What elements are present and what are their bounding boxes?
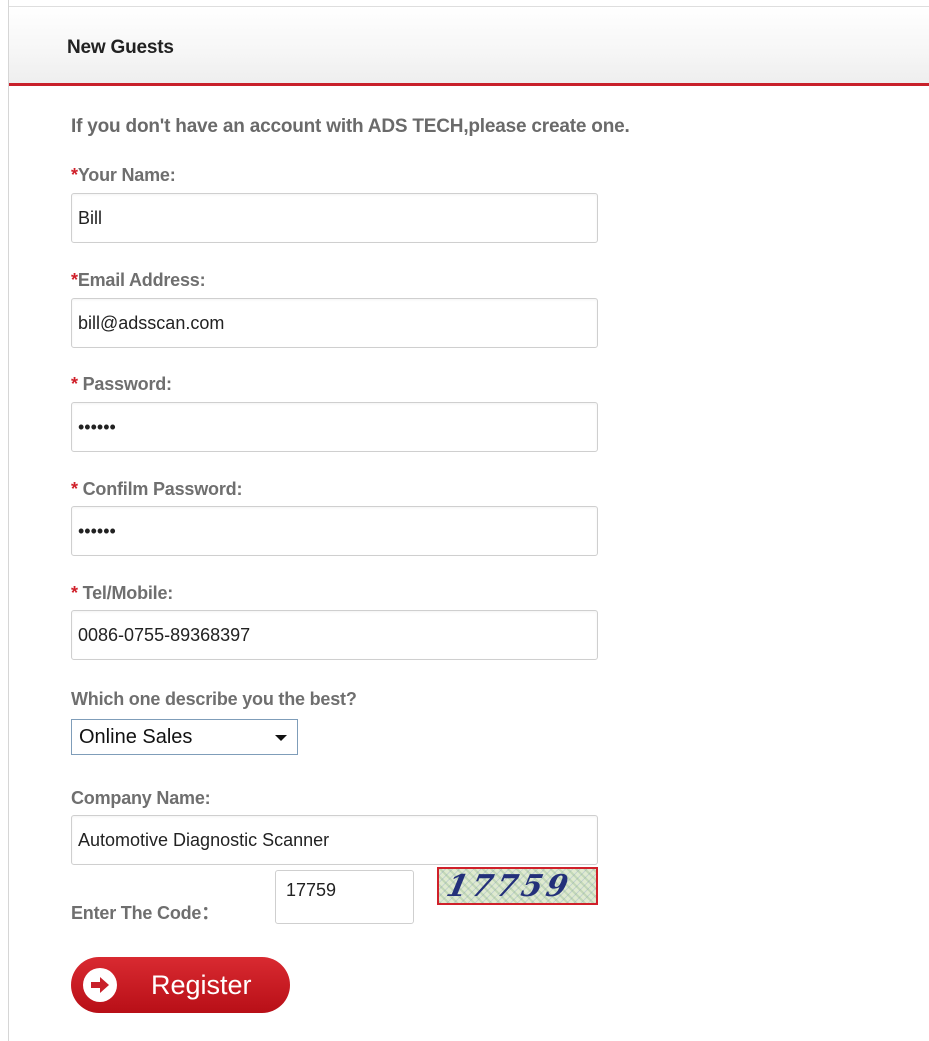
register-button[interactable]: Register bbox=[71, 957, 290, 1013]
password-label: * Password: bbox=[71, 374, 172, 395]
email-label-text: Email Address: bbox=[77, 270, 206, 290]
arrow-circle-right-icon bbox=[83, 968, 117, 1002]
company-label: Company Name: bbox=[71, 788, 211, 808]
password-label-text: Password: bbox=[77, 374, 172, 394]
name-label-text: Your Name: bbox=[77, 165, 176, 185]
register-label: Register bbox=[151, 970, 252, 1000]
required-mark: * bbox=[71, 165, 78, 185]
panel-title: New Guests bbox=[67, 37, 174, 58]
code-input[interactable] bbox=[275, 870, 414, 924]
required-mark: * bbox=[71, 479, 78, 499]
panel-header: New Guests bbox=[9, 6, 929, 86]
tel-input[interactable] bbox=[71, 610, 598, 660]
password-input[interactable] bbox=[71, 402, 598, 452]
describe-select[interactable]: Online Sales bbox=[71, 719, 298, 755]
code-label: Enter The Code： bbox=[71, 903, 220, 923]
captcha-image[interactable]: 17759 bbox=[437, 867, 598, 905]
tel-label-text: Tel/Mobile: bbox=[77, 583, 174, 603]
describe-select-value: Online Sales bbox=[79, 726, 193, 748]
confirm-password-label-text: Confilm Password: bbox=[77, 479, 243, 499]
required-mark: * bbox=[71, 374, 78, 394]
chevron-down-icon bbox=[275, 735, 287, 741]
email-label: *Email Address: bbox=[71, 270, 206, 291]
name-label: *Your Name: bbox=[71, 165, 176, 186]
intro-text: If you don't have an account with ADS TE… bbox=[71, 116, 630, 137]
tel-label: * Tel/Mobile: bbox=[71, 583, 173, 604]
new-guests-panel: New Guests If you don't have an account … bbox=[8, 0, 929, 1041]
email-input[interactable] bbox=[71, 298, 598, 348]
confirm-password-input[interactable] bbox=[71, 506, 598, 556]
captcha-text: 17759 bbox=[443, 869, 576, 904]
required-mark: * bbox=[71, 583, 78, 603]
confirm-password-label: * Confilm Password: bbox=[71, 479, 242, 500]
describe-label: Which one describe you the best? bbox=[71, 689, 357, 709]
company-input[interactable] bbox=[71, 815, 598, 865]
required-mark: * bbox=[71, 270, 78, 290]
name-input[interactable] bbox=[71, 193, 598, 243]
